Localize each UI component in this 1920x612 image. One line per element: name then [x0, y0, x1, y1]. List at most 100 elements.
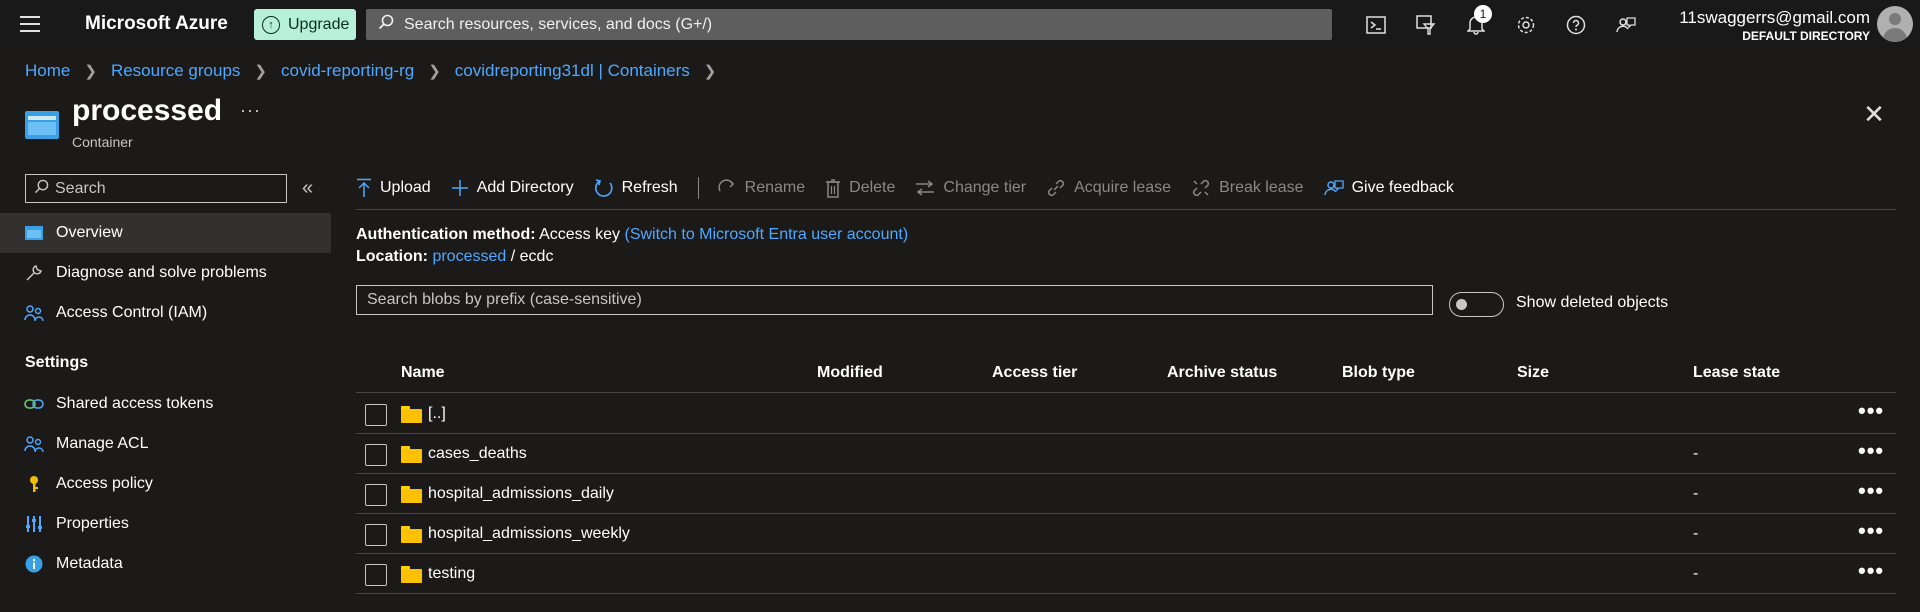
broken-link-icon	[1191, 178, 1211, 198]
table-row[interactable]: [..] •••	[356, 394, 1896, 434]
location-container-link[interactable]: processed	[432, 248, 506, 265]
break-lease-button[interactable]: Break lease	[1191, 178, 1304, 198]
row-checkbox[interactable]	[365, 484, 387, 506]
column-modified[interactable]: Modified	[817, 364, 883, 382]
row-more-icon[interactable]: •••	[1858, 480, 1884, 502]
location-separator: /	[510, 248, 516, 265]
nav-item-shared-access-tokens[interactable]: Shared access tokens	[0, 384, 331, 424]
refresh-icon	[594, 178, 614, 198]
row-more-icon[interactable]: •••	[1858, 520, 1884, 542]
table-row[interactable]: testing - •••	[356, 554, 1896, 594]
column-name[interactable]: Name	[401, 364, 445, 382]
link-icon	[1046, 178, 1066, 198]
nav-item-label: Diagnose and solve problems	[56, 264, 267, 281]
collapse-nav-icon[interactable]: «	[302, 177, 313, 200]
settings-icon[interactable]	[1514, 13, 1538, 37]
help-icon[interactable]	[1564, 13, 1588, 37]
row-checkbox[interactable]	[365, 564, 387, 586]
row-name[interactable]: hospital_admissions_weekly	[428, 525, 630, 543]
nav-item-label: Manage ACL	[56, 435, 149, 452]
row-name[interactable]: hospital_admissions_daily	[428, 485, 614, 503]
nav-item-manage-acl[interactable]: Manage ACL	[0, 424, 331, 464]
switch-auth-link[interactable]: (Switch to Microsoft Entra user account)	[624, 226, 908, 243]
show-deleted-toggle[interactable]	[1449, 292, 1504, 317]
trash-icon	[825, 178, 841, 198]
column-lease-state[interactable]: Lease state	[1693, 364, 1780, 382]
column-archive-status[interactable]: Archive status	[1167, 364, 1277, 382]
command-bar: Upload Add Directory Refresh Rename Dele…	[356, 170, 1474, 206]
people-icon	[24, 434, 44, 454]
breadcrumb-containers[interactable]: covidreporting31dl | Containers	[455, 61, 690, 81]
row-checkbox[interactable]	[365, 444, 387, 466]
close-icon[interactable]: ✕	[1862, 101, 1886, 127]
toolbar-divider-line	[356, 209, 1896, 210]
nav-item-access-policy[interactable]: Access policy	[0, 464, 331, 504]
wrench-icon	[24, 263, 44, 283]
acquire-lease-button[interactable]: Acquire lease	[1046, 178, 1171, 198]
upgrade-button[interactable]: ↑ Upgrade	[254, 9, 356, 40]
feedback-icon[interactable]	[1614, 13, 1638, 37]
refresh-label: Refresh	[621, 179, 678, 196]
column-size[interactable]: Size	[1517, 364, 1549, 382]
give-feedback-label: Give feedback	[1351, 179, 1454, 196]
row-checkbox[interactable]	[365, 404, 387, 426]
account-menu[interactable]: 11swaggerrs@gmail.com DEFAULT DIRECTORY	[1679, 8, 1870, 43]
row-lease-state: -	[1693, 565, 1699, 582]
toolbar-divider	[697, 177, 699, 199]
folder-icon	[401, 486, 422, 503]
table-row[interactable]: hospital_admissions_weekly - •••	[356, 514, 1896, 554]
arrow-up-icon: ↑	[262, 15, 280, 34]
nav-item-label: Access Control (IAM)	[56, 304, 208, 321]
table-row[interactable]: cases_deaths - •••	[356, 434, 1896, 474]
give-feedback-button[interactable]: Give feedback	[1323, 178, 1454, 198]
change-tier-button[interactable]: Change tier	[915, 179, 1026, 197]
row-name[interactable]: testing	[428, 565, 475, 583]
nav-item-metadata[interactable]: Metadata	[0, 544, 331, 584]
add-directory-button[interactable]: Add Directory	[451, 179, 574, 197]
upload-button[interactable]: Upload	[356, 178, 431, 198]
delete-button[interactable]: Delete	[825, 178, 896, 198]
rename-button[interactable]: Rename	[717, 179, 805, 197]
change-tier-label: Change tier	[943, 179, 1027, 196]
row-name[interactable]: cases_deaths	[428, 445, 527, 463]
avatar[interactable]	[1877, 6, 1913, 42]
column-access-tier[interactable]: Access tier	[992, 364, 1077, 382]
row-more-icon[interactable]: •••	[1858, 400, 1884, 422]
nav-search-placeholder: Search	[55, 179, 106, 197]
table-row[interactable]: hospital_admissions_daily - •••	[356, 474, 1896, 514]
sliders-icon	[24, 514, 44, 534]
nav-item-properties[interactable]: Properties	[0, 504, 331, 544]
more-options-icon[interactable]: ···	[240, 100, 261, 121]
row-name[interactable]: [..]	[428, 405, 446, 423]
row-more-icon[interactable]: •••	[1858, 440, 1884, 462]
show-deleted-label: Show deleted objects	[1516, 294, 1669, 311]
folder-icon	[401, 446, 422, 463]
chevron-right-icon: ❯	[254, 63, 267, 80]
row-more-icon[interactable]: •••	[1858, 560, 1884, 582]
row-lease-state: -	[1693, 525, 1699, 542]
row-checkbox[interactable]	[365, 524, 387, 546]
column-blob-type[interactable]: Blob type	[1342, 364, 1415, 382]
container-icon	[25, 111, 59, 139]
nav-section-settings: Settings	[25, 354, 89, 371]
cloud-shell-icon[interactable]	[1364, 13, 1388, 37]
hamburger-menu-icon[interactable]	[20, 16, 40, 32]
breadcrumb-resource-groups[interactable]: Resource groups	[111, 61, 240, 81]
blob-prefix-search-input[interactable]: Search blobs by prefix (case-sensitive)	[356, 285, 1433, 315]
location-label: Location:	[356, 248, 428, 265]
nav-item-overview[interactable]: Overview	[0, 213, 331, 253]
chevron-right-icon: ❯	[703, 63, 717, 80]
portal-brand[interactable]: Microsoft Azure	[85, 13, 228, 35]
directory-filter-icon[interactable]	[1414, 13, 1438, 37]
delete-label: Delete	[849, 179, 896, 196]
nav-search-input[interactable]: Search	[25, 174, 287, 203]
account-directory: DEFAULT DIRECTORY	[1742, 29, 1870, 43]
refresh-button[interactable]: Refresh	[594, 178, 678, 198]
global-search-input[interactable]: Search resources, services, and docs (G+…	[366, 9, 1332, 40]
nav-item-diagnose[interactable]: Diagnose and solve problems	[0, 253, 331, 293]
breadcrumb-resource-group[interactable]: covid-reporting-rg	[281, 61, 414, 81]
acquire-lease-label: Acquire lease	[1074, 179, 1172, 196]
nav-item-access-control[interactable]: Access Control (IAM)	[0, 293, 331, 333]
breadcrumb-home[interactable]: Home	[25, 61, 70, 81]
location-line: Location: processed / ecdc	[356, 248, 553, 266]
